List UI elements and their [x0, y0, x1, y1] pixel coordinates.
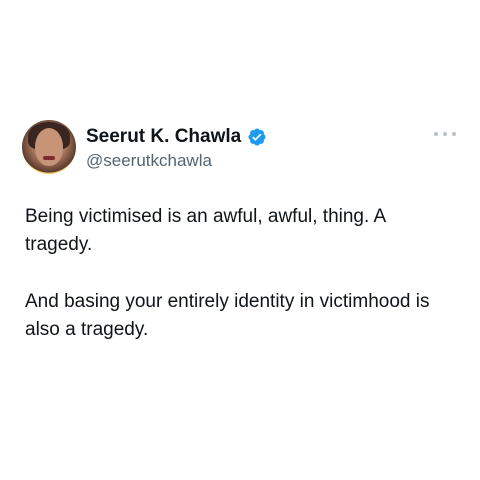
- more-dot: [443, 132, 447, 136]
- author-display-name[interactable]: Seerut K. Chawla: [86, 126, 241, 148]
- more-options-icon[interactable]: [434, 130, 456, 138]
- author-name-row: Seerut K. Chawla: [86, 125, 267, 149]
- tweet-header: Seerut K. Chawla @seerutkchawla: [22, 120, 458, 176]
- more-dot: [452, 132, 456, 136]
- avatar[interactable]: [22, 120, 76, 174]
- author-handle[interactable]: @seerutkchawla: [86, 151, 212, 171]
- tweet-text: Being victimised is an awful, awful, thi…: [25, 203, 457, 344]
- tweet-paragraph: And basing your entirely identity in vic…: [25, 291, 430, 340]
- tweet-paragraph: Being victimised is an awful, awful, thi…: [25, 206, 386, 255]
- tweet-card: Seerut K. Chawla @seerutkchawla Being vi…: [0, 0, 480, 480]
- avatar-face: [35, 128, 63, 166]
- more-dot: [434, 132, 438, 136]
- avatar-lips: [43, 156, 55, 160]
- verified-badge-icon: [247, 127, 267, 147]
